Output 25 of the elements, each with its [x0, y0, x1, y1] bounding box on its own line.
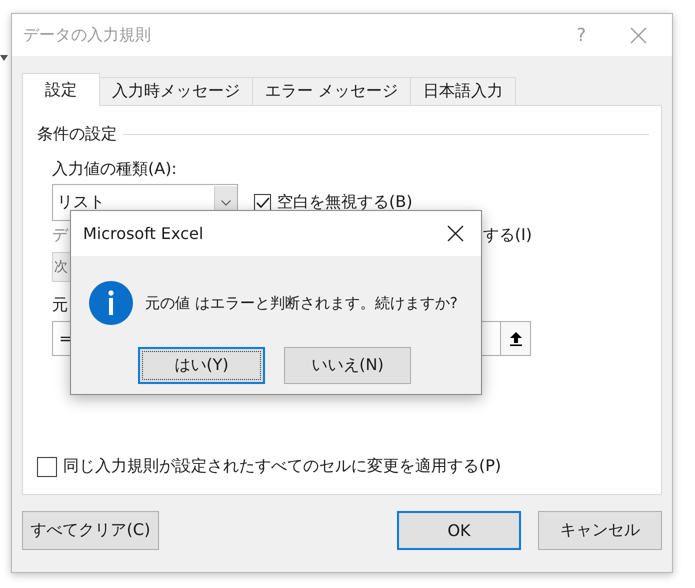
- info-icon: [89, 281, 133, 325]
- dropdown-arrow-icon: [0, 55, 8, 61]
- chevron-down-icon: [221, 200, 231, 206]
- field-label: デ: [52, 225, 68, 246]
- tab[interactable]: 日本語入力: [410, 77, 516, 105]
- alert-title: Microsoft Excel: [83, 224, 204, 243]
- checkbox[interactable]: [254, 194, 271, 211]
- tab[interactable]: 設定: [22, 73, 100, 106]
- group-title: 条件の設定: [37, 124, 117, 145]
- alert-button[interactable]: はい(Y): [138, 347, 265, 384]
- checkbox-label[interactable]: 同じ入力規則が設定されたすべてのセルに変更を適用する(P): [63, 456, 502, 477]
- checkbox-label[interactable]: 空白を無視する(B): [277, 192, 412, 213]
- field-label: 入力値の種類(A):: [52, 159, 177, 180]
- alert-button[interactable]: いいえ(N): [284, 347, 411, 384]
- alert-message: 元の値 はエラーと判断されます。続けますか?: [145, 294, 458, 312]
- dialog-button[interactable]: キャンセル: [538, 511, 662, 550]
- collapse-button[interactable]: [500, 322, 530, 355]
- checkbox-label[interactable]: する(I): [482, 225, 532, 246]
- arrow-up-icon: [510, 332, 522, 346]
- field-label: 元: [52, 295, 68, 316]
- close-icon[interactable]: [447, 225, 464, 242]
- dialog-button[interactable]: すべてクリア(C): [22, 511, 159, 550]
- window-title: データの入力規則: [23, 24, 152, 46]
- checkbox[interactable]: [37, 456, 57, 476]
- dialog-button[interactable]: OK: [397, 511, 521, 550]
